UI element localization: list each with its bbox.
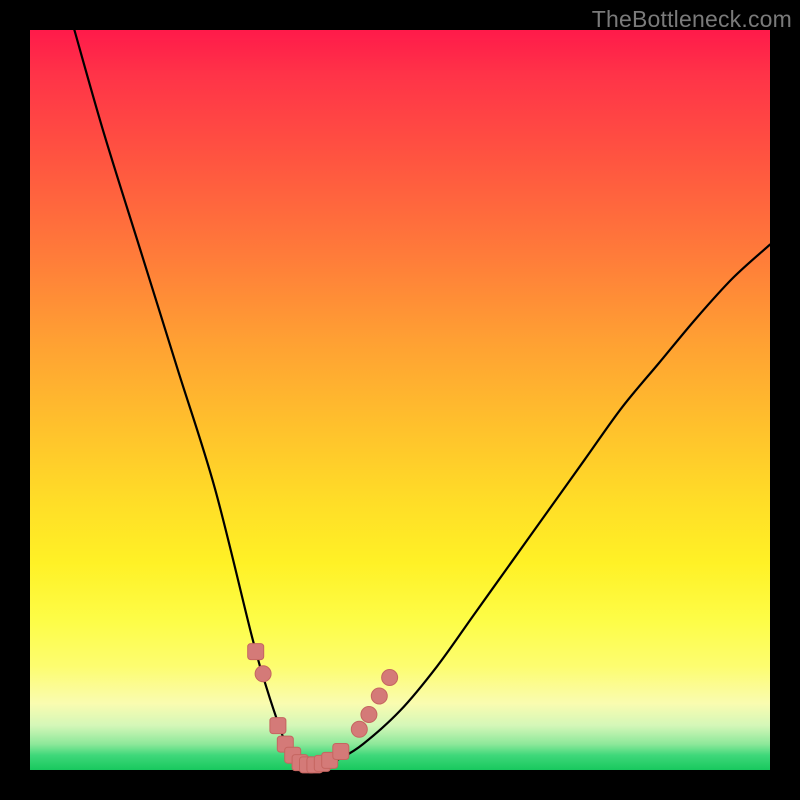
curve-marker [333, 744, 349, 760]
curve-marker [351, 721, 367, 737]
curve-markers [248, 644, 398, 773]
curve-svg [30, 30, 770, 770]
bottleneck-curve [74, 30, 770, 766]
curve-marker [255, 666, 271, 682]
watermark-text: TheBottleneck.com [592, 6, 792, 33]
curve-marker [371, 688, 387, 704]
chart-frame: TheBottleneck.com [0, 0, 800, 800]
plot-area [30, 30, 770, 770]
curve-marker [361, 707, 377, 723]
curve-marker [248, 644, 264, 660]
curve-marker [270, 718, 286, 734]
curve-marker [382, 670, 398, 686]
